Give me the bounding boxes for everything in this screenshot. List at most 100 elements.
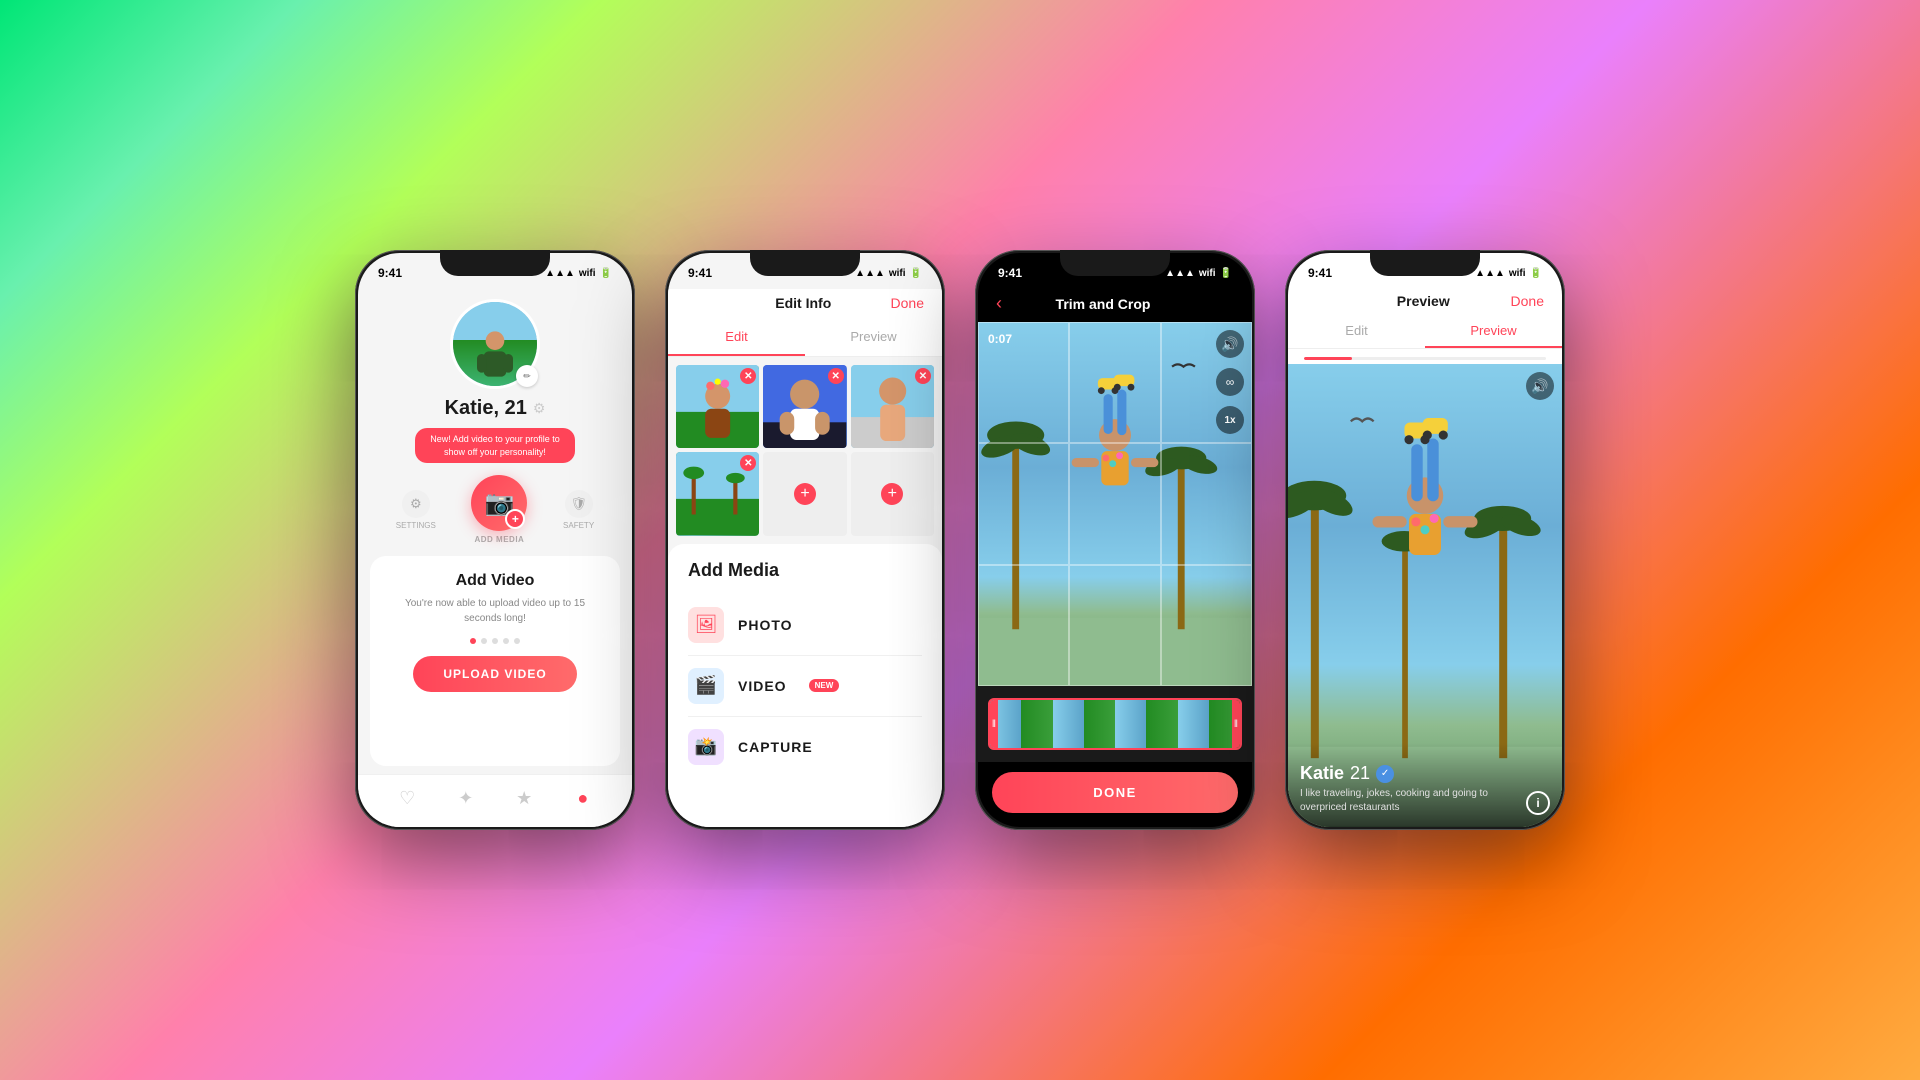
phones-container: 9:41 ▲▲▲ wifi 🔋 — [0, 0, 1920, 1080]
battery-icon-1: 🔋 — [600, 268, 612, 279]
boost-icon[interactable]: ✦ — [453, 785, 479, 811]
strip-seg-3 — [1053, 700, 1084, 748]
progress-bar — [1304, 357, 1546, 360]
notch-1 — [440, 250, 550, 276]
upload-video-btn[interactable]: UPLOAD VIDEO — [413, 656, 576, 692]
preview-tabs: Edit Preview — [1288, 315, 1562, 349]
preview-done[interactable]: Done — [1511, 293, 1544, 309]
phone1-content: ✏ Katie, 21 ⚙ New! Add video to your pro… — [358, 289, 632, 774]
profile-bio: I like traveling, jokes, cooking and goi… — [1300, 787, 1518, 815]
card-title-1: Add Video — [386, 572, 604, 590]
shield-icon: 🛡 — [565, 490, 593, 518]
status-icons-1: ▲▲▲ wifi 🔋 — [545, 268, 612, 279]
trim-strip-inner[interactable]: ‖ ‖ — [988, 698, 1242, 750]
wifi-icon-3: wifi — [1199, 268, 1216, 279]
strip-seg-5 — [1115, 700, 1146, 748]
phone-4: 9:41 ▲▲▲ wifi 🔋 Preview Done Edit Previe… — [1285, 250, 1565, 830]
loop-btn-3[interactable]: ∞ — [1216, 368, 1244, 396]
profile-info: Katie 21 ✓ I like traveling, jokes, cook… — [1300, 763, 1518, 815]
battery-icon-2: 🔋 — [910, 268, 922, 279]
photo-remove-2[interactable]: ✕ — [828, 368, 844, 384]
strip-seg-4 — [1084, 700, 1115, 748]
notch-4 — [1370, 250, 1480, 276]
time-4: 9:41 — [1308, 266, 1332, 280]
add-video-badge: New! Add video to your profile to show o… — [415, 428, 575, 463]
profile-icon[interactable]: ● — [570, 785, 596, 811]
grid-cell-6 — [1161, 443, 1252, 564]
notch-3 — [1060, 250, 1170, 276]
verified-badge: ✓ — [1376, 765, 1394, 783]
profile-age: 21 — [1350, 763, 1370, 784]
grid-cell-7 — [978, 565, 1069, 686]
sound-btn-4[interactable]: 🔊 — [1526, 372, 1554, 400]
tab-edit[interactable]: Edit — [668, 319, 805, 356]
status-icons-4: ▲▲▲ wifi 🔋 — [1475, 268, 1542, 279]
grid-cell-8 — [1069, 565, 1160, 686]
preview-tab-preview[interactable]: Preview — [1425, 315, 1562, 348]
trim-header: ‹ Trim and Crop — [978, 289, 1252, 322]
photo-label: PHOTO — [738, 617, 793, 633]
photo-cell-add-2[interactable]: + — [851, 452, 934, 535]
status-icons-3: ▲▲▲ wifi 🔋 — [1165, 268, 1232, 279]
time-2: 9:41 — [688, 266, 712, 280]
video-label: VIDEO — [738, 678, 787, 694]
new-badge: NEW — [809, 679, 840, 692]
sheet-title: Add Media — [688, 560, 922, 581]
speed-btn-3[interactable]: 1x — [1216, 406, 1244, 434]
photo-cell-1[interactable]: ✕ — [676, 365, 759, 448]
signal-icon-2: ▲▲▲ — [855, 268, 885, 279]
safety-label: SAFETY — [563, 521, 594, 530]
sheet-option-video[interactable]: 🎬 VIDEO NEW — [688, 656, 922, 717]
sound-btn-3[interactable]: 🔊 — [1216, 330, 1244, 358]
safety-btn[interactable]: 🛡 SAFETY — [563, 490, 594, 530]
signal-icon-3: ▲▲▲ — [1165, 268, 1195, 279]
info-btn-4[interactable]: i — [1526, 791, 1550, 815]
photo-remove-3[interactable]: ✕ — [915, 368, 931, 384]
photo-cell-4[interactable]: ✕ — [676, 452, 759, 535]
phone-1: 9:41 ▲▲▲ wifi 🔋 — [355, 250, 635, 830]
preview-progress — [1288, 349, 1562, 364]
photo-cell-3[interactable]: ✕ — [851, 365, 934, 448]
dot-2 — [481, 638, 487, 644]
add-media-btn[interactable]: 📷 — [471, 475, 527, 531]
dot-4 — [503, 638, 509, 644]
trim-handle-right[interactable]: ‖ — [1232, 700, 1240, 748]
settings-icon: ⚙ — [402, 490, 430, 518]
add-photo-btn-1[interactable]: + — [794, 483, 816, 505]
dot-5 — [514, 638, 520, 644]
trim-handle-left[interactable]: ‖ — [990, 700, 998, 748]
time-1: 9:41 — [378, 266, 402, 280]
edit-info-title: Edit Info — [775, 295, 831, 311]
tab-preview[interactable]: Preview — [805, 319, 942, 356]
signal-icon-1: ▲▲▲ — [545, 268, 575, 279]
grid-cell-5 — [1069, 443, 1160, 564]
done-btn-3[interactable]: DONE — [992, 772, 1238, 813]
like-icon[interactable]: ♡ — [394, 785, 420, 811]
card-desc-1: You're now able to upload video up to 15… — [386, 596, 604, 626]
sheet-option-photo[interactable]: 🖼 PHOTO — [688, 595, 922, 656]
battery-icon-4: 🔋 — [1530, 268, 1542, 279]
add-media-label: ADD MEDIA — [475, 535, 525, 544]
settings-cog-icon: ⚙ — [533, 400, 546, 417]
preview-tab-edit[interactable]: Edit — [1288, 315, 1425, 348]
grid-cell-4 — [978, 443, 1069, 564]
signal-icon-4: ▲▲▲ — [1475, 268, 1505, 279]
user-name-section: Katie, 21 ⚙ — [445, 397, 546, 420]
edit-info-done[interactable]: Done — [891, 295, 924, 311]
photo-cell-add-1[interactable]: + — [763, 452, 846, 535]
settings-btn[interactable]: ⚙ SETTINGS — [396, 490, 436, 530]
sheet-option-capture[interactable]: 📸 CAPTURE — [688, 717, 922, 777]
capture-label: CAPTURE — [738, 739, 813, 755]
wifi-icon-4: wifi — [1509, 268, 1526, 279]
photo-cell-2[interactable]: ✕ — [763, 365, 846, 448]
avatar-section: ✏ — [450, 299, 540, 389]
tab-row-2: Edit Preview — [668, 319, 942, 357]
add-photo-btn-2[interactable]: + — [881, 483, 903, 505]
bottom-nav-1: ♡ ✦ ★ ● — [358, 774, 632, 827]
profile-name-row: Katie 21 ✓ — [1300, 763, 1518, 784]
avatar-edit-btn[interactable]: ✏ — [516, 365, 538, 387]
back-btn-3[interactable]: ‹ — [996, 293, 1002, 314]
battery-icon-3: 🔋 — [1220, 268, 1232, 279]
strip-seg-6 — [1146, 700, 1177, 748]
superlike-icon[interactable]: ★ — [511, 785, 537, 811]
